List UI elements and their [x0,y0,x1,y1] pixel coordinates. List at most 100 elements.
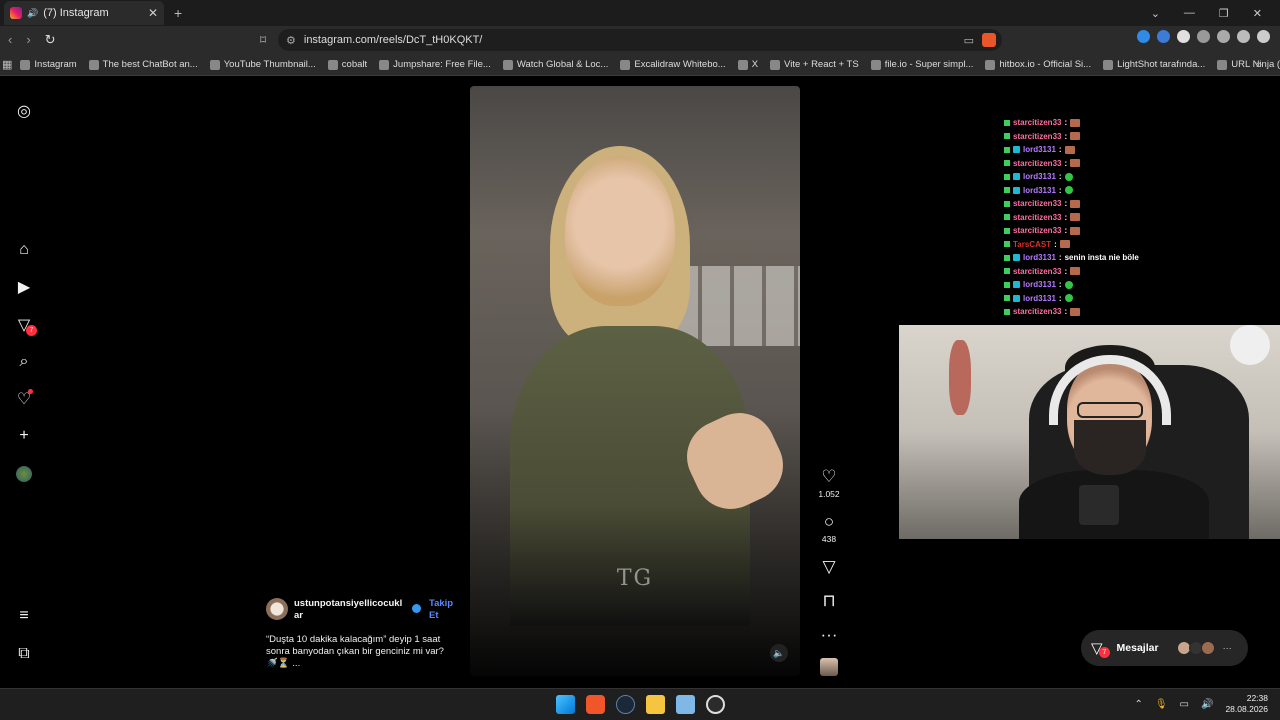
bookmark-item[interactable]: file.io - Super simpl... [870,59,973,70]
tab-search-icon[interactable]: ⌄ [1151,7,1160,20]
chat-badge-icon [1013,186,1020,194]
bookmark-item[interactable]: Jumpshare: Free File... [379,59,491,70]
share-icon[interactable]: ▽ [822,556,835,578]
create-icon[interactable]: + [14,426,34,446]
file-explorer-icon[interactable] [646,695,665,714]
chat-username[interactable]: starcitizen33 [1013,226,1061,235]
shield-icon[interactable] [1237,30,1250,43]
puzzle-icon[interactable] [1217,30,1230,43]
messages-icon[interactable]: ▽ 7 [14,315,37,336]
mute-icon[interactable]: 🔈 [770,644,788,662]
chat-separator: : [1064,131,1068,141]
chat-username[interactable]: TarsCAST [1013,240,1051,249]
bookmark-item[interactable]: cobalt [327,59,367,70]
clock[interactable]: 22:38 28.08.2026 [1225,693,1268,715]
tab-title: (7) Instagram [43,7,109,19]
save-icon[interactable]: ⊓ [822,590,835,612]
microphone-icon[interactable]: 🎙 [1155,699,1168,710]
chat-message: starcitizen33: [1004,305,1154,319]
new-tab-button[interactable]: + [174,5,182,21]
chat-username[interactable]: starcitizen33 [1013,118,1061,127]
chat-badge-icon [1004,227,1010,234]
bookmark-item[interactable]: The best ChatBot an... [88,59,198,70]
chat-username[interactable]: starcitizen33 [1013,159,1061,168]
chat-username[interactable]: starcitizen33 [1013,213,1061,222]
chat-username[interactable]: starcitizen33 [1013,307,1061,316]
bookmark-item[interactable]: X [737,59,758,70]
more-menu-icon[interactable]: ≡ [14,606,34,626]
maximize-icon[interactable]: ❐ [1219,7,1229,20]
stream-chat: starcitizen33: starcitizen33: lord3131: sta… [1004,116,1154,319]
extension-icon[interactable] [1177,30,1190,43]
chat-username[interactable]: starcitizen33 [1013,199,1061,208]
windows-start-icon[interactable] [556,695,575,714]
reload-icon[interactable]: ↻ [45,32,56,48]
bookmark-item[interactable]: LightShot tarafında... [1103,59,1205,70]
chat-username[interactable]: lord3131 [1023,280,1056,289]
reel-video[interactable]: TG 🔈 [470,86,800,676]
app-icon[interactable] [676,695,695,714]
chat-username[interactable]: lord3131 [1023,172,1056,181]
audio-avatar[interactable] [820,658,838,676]
bookmark-item[interactable]: Excalidraw Whitebo... [620,59,726,70]
home-icon[interactable]: ⌂ [14,240,34,260]
extension-icon[interactable] [1197,30,1210,43]
chat-emote-icon [1064,145,1075,154]
extension-icon[interactable] [1157,30,1170,43]
network-icon[interactable]: ▭ [1180,699,1189,710]
search-icon[interactable]: ⌕ [14,352,34,372]
profile-avatar[interactable] [14,464,34,484]
messages-button[interactable]: ▽ 7 Mesajlar ··· [1081,630,1248,666]
browser-tab-instagram[interactable]: 🔊 (7) Instagram ✕ [4,1,164,25]
menu-icon[interactable] [1257,30,1270,43]
obs-icon[interactable] [706,695,725,714]
forward-icon[interactable]: › [26,32,30,48]
brave-browser-icon[interactable] [586,695,605,714]
author-name[interactable]: ustunpotansiyellicocuklar [294,598,406,622]
volume-icon[interactable]: 🔊 [1201,699,1213,710]
chat-username[interactable]: lord3131 [1023,186,1056,195]
comment-icon[interactable]: ○ [824,511,834,533]
steam-icon[interactable] [616,695,635,714]
like-icon[interactable]: ♡ [821,466,836,488]
chat-emote-icon [1064,186,1073,195]
bookmark-item[interactable]: Watch Global & Loc... [502,59,608,70]
more-options-icon[interactable]: ··· [821,624,838,646]
bookmark-item[interactable]: URL Ninja (1) [1217,59,1280,70]
author-avatar[interactable] [266,598,288,620]
address-bar[interactable]: ⚙ instagram.com/reels/DcT_tH0KQKT/ ▭ [278,29,1002,51]
bookmarks-bar: ▦ Instagram The best ChatBot an... YouTube… [0,54,1280,76]
chat-username[interactable]: starcitizen33 [1013,267,1061,276]
chat-username[interactable]: lord3131 [1023,253,1056,262]
brave-shield-icon[interactable] [982,33,996,47]
reel-caption[interactable]: “Duşta 10 dakika kalacağım” deyip 1 saat… [266,634,452,670]
bookmark-item[interactable]: YouTube Thumbnail... [209,59,316,70]
extensions-bar [1137,30,1270,43]
reels-icon[interactable]: ▶ [14,277,34,297]
speaker-icon[interactable]: 🔊 [27,8,38,19]
chat-username[interactable]: lord3131 [1023,145,1056,154]
bookmark-page-icon[interactable]: ⌑ [260,33,266,47]
bookmark-item[interactable]: hitbox.io - Official Si... [985,59,1091,70]
chat-emote-icon [1070,307,1081,316]
back-icon[interactable]: ‹ [8,32,12,48]
notifications-icon[interactable]: ♡ [14,389,34,409]
also-from-meta-icon[interactable]: ⧉ [14,644,34,664]
bookmark-item[interactable]: Instagram [20,59,77,70]
close-window-icon[interactable]: ✕ [1253,7,1262,20]
chat-username[interactable]: starcitizen33 [1013,132,1061,141]
bookmark-favicon-icon [327,59,338,70]
instagram-logo-icon[interactable]: ◎ [14,101,34,121]
apps-grid-icon[interactable]: ▦ [2,58,12,71]
bookmark-item[interactable]: Vite + React + TS [770,59,859,70]
minimize-icon[interactable]: — [1184,7,1195,19]
chat-badge-icon [1013,173,1020,181]
cast-icon[interactable]: ▭ [964,34,974,47]
bookmarks-overflow-icon[interactable]: » [1256,59,1262,71]
tray-overflow-icon[interactable]: ⌃ [1134,699,1142,710]
site-settings-icon[interactable]: ⚙ [286,34,296,47]
extension-icon[interactable] [1137,30,1150,43]
tab-close-icon[interactable]: ✕ [148,6,158,20]
chat-username[interactable]: lord3131 [1023,294,1056,303]
follow-button[interactable]: Takip Et [429,598,455,622]
